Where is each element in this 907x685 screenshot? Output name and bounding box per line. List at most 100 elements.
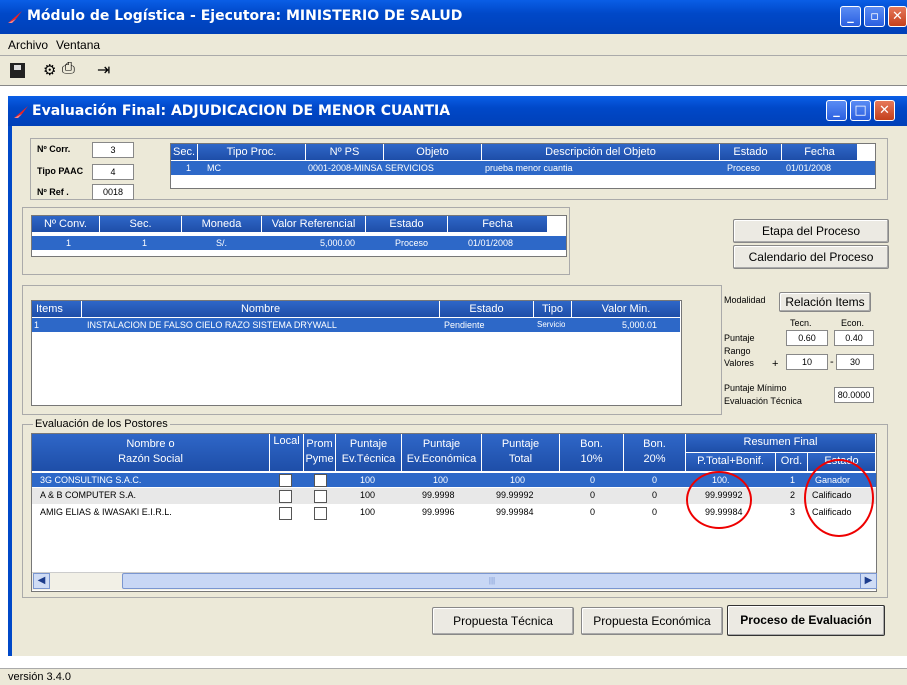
plus-sign: +	[772, 358, 779, 370]
scroll-right-button[interactable]: ▶	[860, 573, 877, 589]
postor-2-prom-checkbox[interactable]	[314, 490, 327, 503]
print-preview-icon[interactable]: ⚙	[43, 61, 56, 79]
postor-3-b20: 0	[652, 507, 658, 517]
col-b20-line1: Bon.	[643, 438, 666, 450]
col-tipo-proc: Tipo Proc.	[198, 144, 306, 160]
col-prom-line2: Pyme	[305, 453, 334, 465]
col-conv-sec: Sec.	[100, 216, 182, 232]
proc-cell-fecha: 01/01/2008	[786, 163, 832, 173]
corr-label: Nº Corr.	[37, 144, 71, 154]
toolbar: ⚙ ⎙ ⇥	[0, 56, 907, 86]
col-descripcion: Descripción del Objeto	[482, 144, 720, 160]
proceso-evaluacion-button[interactable]: Proceso de Evaluación	[727, 605, 885, 636]
postor-2-b20: 0	[652, 490, 658, 500]
menu-ventana[interactable]: Ventana	[56, 38, 100, 52]
col-nombre-line2: Razón Social	[118, 453, 183, 465]
calendario-proceso-button[interactable]: Calendario del Proceso	[733, 245, 889, 269]
app-icon	[8, 9, 22, 23]
postor-1-peco: 100	[433, 475, 449, 485]
postor-2-peco: 99.9998	[422, 490, 455, 500]
proc-cell-objeto: SERVICIOS	[385, 163, 434, 173]
items-cell-tipo: Servicio	[537, 320, 566, 329]
col-conv-fecha: Fecha	[448, 216, 548, 232]
corr-field: 3	[92, 142, 134, 158]
col-bon-20: Bon. 20%	[624, 434, 686, 471]
postor-3-ord: 3	[790, 507, 796, 517]
paac-label: Tipo PAAC	[37, 166, 84, 176]
postor-1-prom-checkbox[interactable]	[314, 474, 327, 487]
col-nombre-line1: Nombre o	[126, 438, 175, 450]
col-tipo: Tipo	[534, 301, 572, 317]
col-ptotal-bonif: P.Total+Bonif.	[686, 452, 776, 471]
tecn-label: Tecn.	[790, 318, 812, 328]
child-title-bar: Evaluación Final: ADJUDICACION DE MENOR …	[8, 96, 907, 126]
menu-archivo[interactable]: Archivo	[8, 38, 48, 52]
postor-1-nombre: 3G CONSULTING S.A.C.	[40, 475, 142, 485]
main-title-bar: Módulo de Logística - Ejecutora: MINISTE…	[0, 0, 907, 34]
version-label: versión 3.4.0	[8, 671, 71, 683]
econ-field: 0.40	[834, 330, 874, 346]
col-sec: Sec.	[171, 144, 198, 160]
propuesta-tecnica-button[interactable]: Propuesta Técnica	[432, 607, 574, 635]
postor-row-1[interactable]	[32, 473, 876, 487]
relacion-items-button[interactable]: Relación Items	[779, 292, 871, 312]
postor-3-nombre: AMIG ELIAS & IWASAKI E.I.R.L.	[40, 507, 172, 517]
child-window-icon	[14, 104, 28, 121]
child-window-title: Evaluación Final: ADJUDICACION DE MENOR …	[32, 103, 451, 119]
col-ptot-line1: Puntaje	[501, 438, 540, 450]
postores-group-label: Evaluación de los Postores	[33, 418, 170, 430]
scroll-thumb[interactable]: |||	[122, 573, 862, 589]
printer-icon[interactable]: ⎙	[62, 60, 75, 78]
col-local: Local	[270, 434, 304, 471]
postor-2-nombre: A & B COMPUTER S.A.	[40, 490, 137, 500]
scroll-thumb-grip: |||	[488, 576, 496, 585]
col-puntaje-total: Puntaje Total	[482, 434, 560, 471]
propuesta-economica-button[interactable]: Propuesta Económica	[581, 607, 723, 635]
ref-field: 0018	[92, 184, 134, 200]
col-puntaje-economica: Puntaje Ev.Económica	[402, 434, 482, 471]
paac-field: 4	[92, 164, 134, 180]
etapa-proceso-button[interactable]: Etapa del Proceso	[733, 219, 889, 243]
col-puntaje-tecnica: Puntaje Ev.Técnica	[336, 434, 402, 471]
tecn-field: 0.60	[786, 330, 828, 346]
postor-3-local-checkbox[interactable]	[279, 507, 292, 520]
highlight-circle-total	[686, 471, 752, 529]
puntaje-label: Puntaje	[724, 333, 755, 343]
col-prom: Prom Pyme	[304, 434, 336, 471]
items-cell-num: 1	[34, 320, 40, 330]
minimize-button[interactable]: _	[840, 6, 861, 27]
conv-cell-sec: 1	[142, 238, 148, 248]
col-nconv: Nº Conv.	[32, 216, 100, 232]
restore-button[interactable]: ▫	[864, 6, 885, 27]
scroll-left-button[interactable]: ◀	[33, 573, 50, 589]
postor-2-ptec: 100	[360, 490, 376, 500]
col-b20-line2: 20%	[643, 453, 666, 465]
ref-label: Nº Ref .	[37, 187, 69, 197]
child-minimize-button[interactable]: _	[826, 100, 847, 121]
menu-bar: Archivo Ventana	[0, 34, 907, 56]
col-ptec-line1: Puntaje	[349, 438, 388, 450]
col-resumen-final: Resumen Final	[686, 434, 876, 452]
col-valor-ref: Valor Referencial	[262, 216, 366, 232]
col-items: Items	[32, 301, 82, 317]
child-maximize-button[interactable]: □	[850, 100, 871, 121]
proc-cell-tipo: MC	[207, 163, 221, 173]
col-ord: Ord.	[776, 452, 808, 471]
minimo-label-1: Puntaje Mínimo	[724, 383, 787, 393]
postor-3-prom-checkbox[interactable]	[314, 507, 327, 520]
postor-1-ord: 1	[790, 475, 796, 485]
postor-1-b10: 0	[590, 475, 596, 485]
col-nombre: Nombre	[82, 301, 440, 317]
minimo-label-2: Evaluación Técnica	[724, 396, 802, 406]
col-b10-line2: 10%	[580, 453, 603, 465]
exit-icon[interactable]: ⇥	[97, 60, 110, 80]
rango-label-2: Valores	[724, 358, 754, 368]
close-button[interactable]: ✕	[888, 6, 907, 27]
col-valor-min: Valor Min.	[572, 301, 681, 317]
postor-2-local-checkbox[interactable]	[279, 490, 292, 503]
proc-cell-descripcion: prueba menor cuantia	[485, 163, 573, 173]
postor-1-local-checkbox[interactable]	[279, 474, 292, 487]
child-close-button[interactable]: ✕	[874, 100, 895, 121]
col-estado: Estado	[720, 144, 782, 160]
save-icon[interactable]	[10, 63, 25, 78]
